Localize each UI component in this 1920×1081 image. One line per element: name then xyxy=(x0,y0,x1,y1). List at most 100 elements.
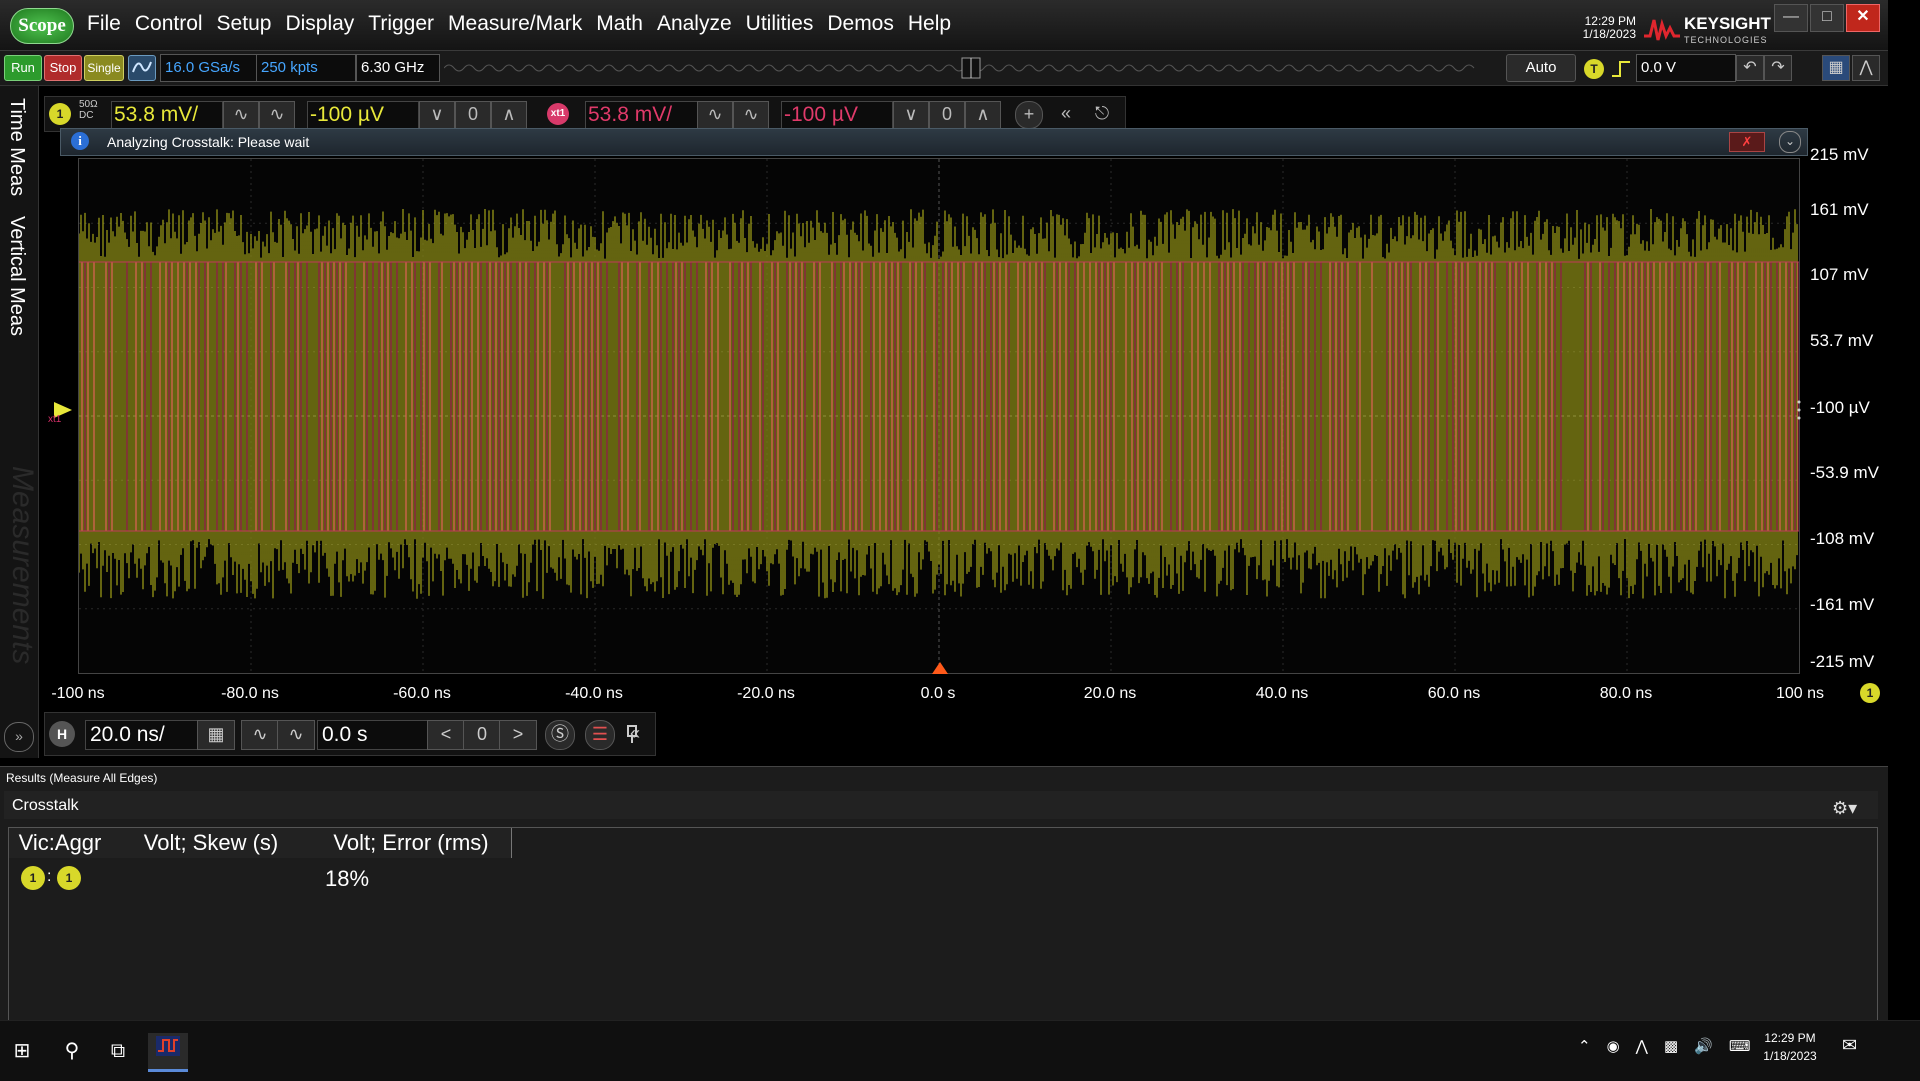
undo-icon[interactable]: ↶ xyxy=(1736,55,1764,81)
trigger-mode-button[interactable]: Auto xyxy=(1506,54,1576,82)
menu-math[interactable]: Math xyxy=(589,12,650,36)
waveform-display[interactable] xyxy=(78,158,1800,674)
pin-icon[interactable]: ⎋ xyxy=(1085,101,1119,127)
tab-measurements[interactable]: Measurements xyxy=(5,466,39,664)
maximize-button[interactable]: □ xyxy=(1810,4,1844,32)
task-view-icon[interactable]: ⧉ xyxy=(98,1033,138,1069)
collapse-icon[interactable]: « xyxy=(1049,101,1083,127)
column-header-vic-aggr[interactable]: Vic:Aggr xyxy=(9,828,112,858)
stop-button[interactable]: Stop xyxy=(44,55,82,81)
y-label: 215 mV xyxy=(1810,145,1869,164)
offset-up-icon[interactable]: ∧ xyxy=(491,101,527,129)
offset-zero-icon[interactable]: 0 xyxy=(455,101,491,129)
x-label: 0.0 s xyxy=(920,685,956,702)
cancel-analysis-button[interactable]: ✗ xyxy=(1729,132,1765,152)
xt1-offset-zero-icon[interactable]: 0 xyxy=(929,101,965,129)
trigger-position-marker-icon[interactable] xyxy=(932,662,948,674)
menu-control[interactable]: Control xyxy=(128,12,210,36)
run-button[interactable]: Run xyxy=(4,55,42,81)
menu-trigger[interactable]: Trigger xyxy=(361,12,441,36)
menu-setup[interactable]: Setup xyxy=(210,12,279,36)
expand-panel-icon[interactable]: » xyxy=(4,722,34,752)
menu-analyze[interactable]: Analyze xyxy=(650,12,739,36)
volume-icon[interactable]: 🔊 xyxy=(1694,1037,1713,1055)
xt1-offset-up-icon[interactable]: ∧ xyxy=(965,101,1001,129)
show-hidden-icon[interactable]: ⌃ xyxy=(1578,1037,1591,1055)
scale-decrease-icon[interactable]: ∿ xyxy=(223,101,259,129)
offset-down-icon[interactable]: ∨ xyxy=(419,101,455,129)
oscilloscope-app-icon[interactable] xyxy=(148,1033,188,1072)
timeline-overview-icon[interactable] xyxy=(444,57,1484,79)
position-left-icon[interactable]: < xyxy=(427,720,465,750)
tray-app-icon[interactable]: ◉ xyxy=(1607,1037,1620,1055)
table-row[interactable]: 1 : 1 18% xyxy=(9,862,1877,894)
scope-button[interactable]: Scope xyxy=(10,8,74,44)
menu-help[interactable]: Help xyxy=(901,12,958,36)
menu-measure-mark[interactable]: Measure/Mark xyxy=(441,12,589,36)
menu-demos[interactable]: Demos xyxy=(820,12,901,36)
trigger-badge[interactable]: T xyxy=(1584,59,1604,79)
brand-sub: TECHNOLOGIES xyxy=(1684,35,1768,45)
channel-1-offset[interactable]: -100 µV xyxy=(307,101,419,129)
autoscale-icon[interactable] xyxy=(128,55,156,81)
xt1-badge[interactable]: xt1 xyxy=(547,103,569,125)
horizontal-controls: H 20.0 ns/ ▦ ∿ ∿ 0.0 s < 0 > Ⓢ ☰ « xyxy=(44,712,656,756)
pin-horizontal-icon[interactable] xyxy=(622,724,642,744)
notification-icon[interactable]: ✉ xyxy=(1842,1035,1857,1056)
start-icon[interactable]: ⊞ xyxy=(2,1033,42,1069)
redo-icon[interactable]: ↷ xyxy=(1764,55,1792,81)
scale-increase-icon[interactable]: ∿ xyxy=(259,101,295,129)
network-icon[interactable]: ▩ xyxy=(1664,1037,1678,1055)
trigger-level-field[interactable]: 0.0 V xyxy=(1636,54,1736,82)
position-right-icon[interactable]: > xyxy=(499,720,537,750)
gear-icon[interactable]: ⚙▾ xyxy=(1832,797,1857,819)
expand-icon[interactable]: ⌄ xyxy=(1779,131,1801,153)
single-button[interactable]: Single xyxy=(84,55,124,81)
tab-vertical-meas[interactable]: Vertical Meas xyxy=(5,216,28,336)
time-scale-increase-icon[interactable]: ∿ xyxy=(277,720,315,750)
column-header-skew[interactable]: Volt; Skew (s) xyxy=(111,828,312,858)
tab-time-meas[interactable]: Time Meas xyxy=(5,98,28,196)
column-header-error[interactable]: Volt; Error (rms) xyxy=(311,828,512,858)
zoom-icon[interactable]: Ⓢ xyxy=(545,720,575,750)
stripes-icon[interactable]: ☰ xyxy=(585,720,615,750)
time-scale-decrease-icon[interactable]: ∿ xyxy=(241,720,279,750)
taskbar-clock[interactable]: 12:29 PM 1/18/2023 xyxy=(1760,1029,1820,1065)
search-icon[interactable]: ⚲ xyxy=(52,1033,92,1069)
svg-text:xt1: xt1 xyxy=(48,414,62,425)
channel-ground-marker-icon[interactable]: xt1 xyxy=(48,398,80,432)
rising-edge-icon[interactable] xyxy=(1610,60,1632,78)
keypad-icon[interactable]: ▦ xyxy=(197,720,235,750)
x-axis-channel-badge[interactable]: 1 xyxy=(1860,683,1880,703)
channel-1-scale[interactable]: 53.8 mV/ xyxy=(111,101,223,129)
keyboard-icon[interactable]: ⌨ xyxy=(1729,1037,1751,1055)
app-date: 1/18/2023 xyxy=(1582,27,1636,41)
menu-utilities[interactable]: Utilities xyxy=(739,12,821,36)
bandwidth-field[interactable]: 6.30 GHz xyxy=(356,54,440,82)
horizontal-badge[interactable]: H xyxy=(49,721,75,747)
xt1-offset[interactable]: -100 µV xyxy=(781,101,893,129)
xt1-offset-down-icon[interactable]: ∨ xyxy=(893,101,929,129)
minimize-button[interactable]: — xyxy=(1774,4,1808,32)
measure-icon[interactable]: ⋀ xyxy=(1852,55,1880,81)
scroll-handle-icon[interactable] xyxy=(1796,398,1802,428)
close-button[interactable]: ✕ xyxy=(1846,4,1880,32)
xt1-scale-decrease-icon[interactable]: ∿ xyxy=(697,101,733,129)
results-panel: Results (Measure All Edges) Crosstalk ⚙▾… xyxy=(0,766,1888,1023)
memory-depth-field[interactable]: 250 kpts xyxy=(256,54,356,82)
sample-rate-field[interactable]: 16.0 GSa/s xyxy=(160,54,258,82)
xt1-scale-increase-icon[interactable]: ∿ xyxy=(733,101,769,129)
layout-icon[interactable]: ▦ xyxy=(1822,55,1850,81)
menu-file[interactable]: File xyxy=(80,12,128,36)
system-tray: ⌃ ◉ ⋀ ▩ 🔊 ⌨ xyxy=(1578,1037,1751,1055)
tray-keysight-icon[interactable]: ⋀ xyxy=(1636,1037,1648,1055)
position-zero-icon[interactable]: 0 xyxy=(463,720,501,750)
time-position-field[interactable]: 0.0 s xyxy=(317,720,429,750)
time-scale-field[interactable]: 20.0 ns/ xyxy=(85,720,201,750)
toolbar: Run Stop Single 16.0 GSa/s 250 kpts 6.30… xyxy=(0,51,1888,86)
menu-display[interactable]: Display xyxy=(278,12,361,36)
y-label: 53.7 mV xyxy=(1810,331,1874,350)
add-channel-icon[interactable]: + xyxy=(1015,101,1043,129)
y-label: -100 µV xyxy=(1810,398,1870,417)
channel-1-badge[interactable]: 1 xyxy=(49,103,71,125)
